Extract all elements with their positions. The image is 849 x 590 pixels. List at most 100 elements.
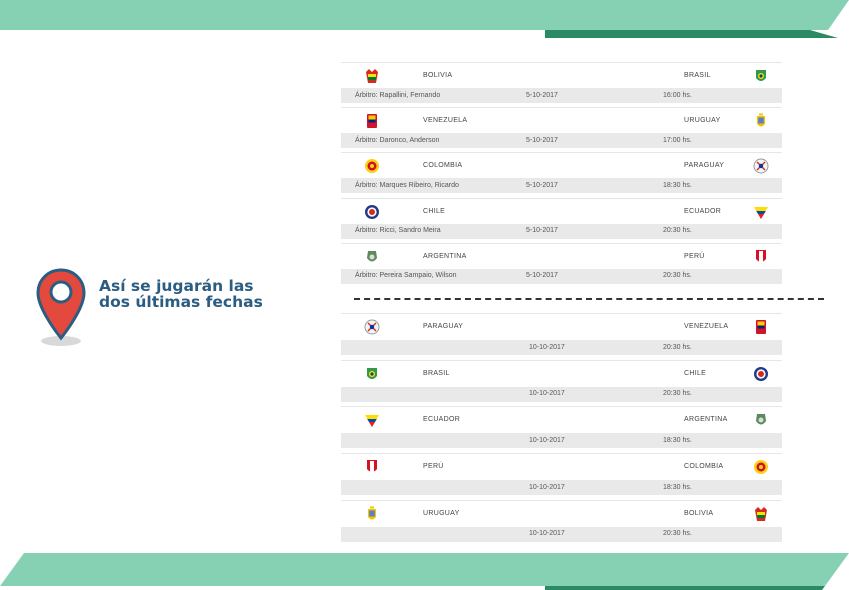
ecuador-flag-icon: [753, 204, 769, 220]
match-info-row: 10-10-2017 20:30 hs.: [341, 340, 782, 355]
match-time: 20:30 hs.: [663, 530, 692, 538]
match-info-row: 10-10-2017 18:30 hs.: [341, 433, 782, 449]
away-team-name: URUGUAY: [684, 117, 721, 125]
bolivia-flag-icon: [364, 68, 380, 84]
peru-flag-icon: [364, 459, 380, 475]
match-time: 17:00 hs.: [663, 136, 692, 144]
match-date: 5-10-2017: [526, 91, 558, 99]
referee-label: Árbitro: Ricci, Sandro Meira: [355, 227, 441, 235]
headline: Así se jugarán las dos últimas fechas: [99, 278, 263, 310]
peru-flag-icon: [753, 249, 769, 265]
match-info-row: Árbitro: Marques Ribeiro, Ricardo 5-10-20…: [341, 178, 782, 194]
match-time: 20:30 hs.: [663, 390, 692, 398]
match-row: PARAGUAY VENEZUELA 10-10-2017 20:30 hs.: [341, 309, 782, 356]
match-row: BRASIL CHILE 10-10-2017 20:30 hs.: [341, 356, 782, 403]
referee-label: Árbitro: Pereira Sampaio, Wilson: [355, 272, 457, 280]
match-teams-row: COLOMBIA PARAGUAY: [341, 152, 782, 180]
match-row: COLOMBIA PARAGUAY Árbitro: Marques Ribeiro…: [341, 148, 782, 194]
paraguay-flag-icon: [364, 319, 380, 335]
away-team-name: BOLIVIA: [684, 509, 714, 517]
match-row: URUGUAY BOLIVIA 10-10-2017 20:30 hs.: [341, 496, 782, 543]
round-1-fixtures: BOLIVIA BRASIL Árbitro: Rapallini, Fernand…: [341, 58, 782, 284]
match-date: 5-10-2017: [526, 181, 558, 189]
match-info-row: Árbitro: Rapallini, Fernando 5-10-2017 16:…: [341, 88, 782, 103]
away-team-name: PARAGUAY: [684, 162, 725, 170]
match-time: 18:30 hs.: [663, 181, 692, 189]
ecuador-flag-icon: [364, 412, 380, 428]
match-date: 10-10-2017: [529, 530, 565, 538]
match-date: 5-10-2017: [526, 136, 558, 144]
colombia-flag-icon: [753, 459, 769, 475]
match-row: ECUADOR ARGENTINA 10-10-2017 18:30 hs.: [341, 402, 782, 449]
home-team-name: COLOMBIA: [423, 162, 463, 170]
match-teams-row: ARGENTINA PERÚ: [341, 242, 782, 270]
match-info-row: 10-10-2017 20:30 hs.: [341, 526, 782, 542]
away-team-name: ECUADOR: [684, 207, 722, 215]
home-team-name: ECUADOR: [423, 416, 461, 424]
match-teams-row: CHILE ECUADOR: [341, 197, 782, 225]
dashed-divider: [354, 298, 824, 300]
match-info-row: 10-10-2017 18:30 hs.: [341, 480, 782, 496]
referee-label: Árbitro: Rapallini, Fernando: [355, 91, 441, 99]
venezuela-flag-icon: [753, 319, 769, 335]
match-info-row: Árbitro: Pereira Sampaio, Wilson 5-10-201…: [341, 268, 782, 284]
match-teams-row: PERÚ COLOMBIA: [341, 453, 782, 482]
match-teams-row: BOLIVIA BRASIL: [341, 62, 782, 89]
match-time: 18:30 hs.: [663, 436, 692, 444]
chile-flag-icon: [753, 366, 769, 382]
referee-label: Árbitro: Daronco, Anderson: [355, 136, 440, 144]
bolivia-flag-icon: [753, 506, 769, 522]
match-teams-row: URUGUAY BOLIVIA: [341, 499, 782, 528]
match-row: ARGENTINA PERÚ Árbitro: Pereira Sampaio, W…: [341, 239, 782, 284]
top-banner: [0, 0, 849, 38]
brazil-flag-icon: [364, 366, 380, 382]
home-team-name: VENEZUELA: [423, 117, 468, 125]
brazil-flag-icon: [753, 68, 769, 84]
argentina-flag-icon: [364, 249, 380, 265]
referee-label: Árbitro: Marques Ribeiro, Ricardo: [355, 181, 459, 189]
match-info-row: Árbitro: Daronco, Anderson 5-10-2017 17:00…: [341, 133, 782, 149]
home-team-name: CHILE: [423, 207, 446, 215]
match-date: 10-10-2017: [529, 390, 565, 398]
match-row: CHILE ECUADOR Árbitro: Ricci, Sandro Meira…: [341, 194, 782, 239]
away-team-name: BRASIL: [684, 72, 711, 79]
match-time: 16:00 hs.: [663, 91, 692, 99]
match-info-row: 10-10-2017 20:30 hs.: [341, 386, 782, 402]
match-time: 18:30 hs.: [663, 483, 692, 491]
match-teams-row: BRASIL CHILE: [341, 359, 782, 388]
home-team-name: BOLIVIA: [423, 72, 453, 79]
away-team-name: PERÚ: [684, 252, 705, 260]
round-2-fixtures: PARAGUAY VENEZUELA 10-10-2017 20:30 hs. BRAS…: [341, 309, 782, 542]
match-time: 20:30 hs.: [663, 343, 692, 351]
location-pin-icon: [36, 268, 86, 346]
match-teams-row: VENEZUELA URUGUAY: [341, 107, 782, 135]
match-date: 10-10-2017: [529, 483, 565, 491]
bottom-banner: [0, 553, 849, 590]
match-date: 10-10-2017: [529, 436, 565, 444]
argentina-flag-icon: [753, 412, 769, 428]
venezuela-flag-icon: [364, 113, 380, 129]
match-date: 5-10-2017: [526, 227, 558, 235]
headline-line-2: dos últimas fechas: [99, 293, 263, 311]
chile-flag-icon: [364, 204, 380, 220]
home-team-name: ARGENTINA: [423, 252, 467, 260]
home-team-name: URUGUAY: [423, 509, 460, 517]
uruguay-flag-icon: [364, 506, 380, 522]
away-team-name: CHILE: [684, 369, 707, 377]
match-info-row: Árbitro: Ricci, Sandro Meira 5-10-2017 20:…: [341, 223, 782, 239]
uruguay-flag-icon: [753, 113, 769, 129]
match-teams-row: ECUADOR ARGENTINA: [341, 406, 782, 435]
headline-line-1: Así se jugarán las: [99, 277, 254, 295]
match-teams-row: PARAGUAY VENEZUELA: [341, 313, 782, 341]
match-time: 20:30 hs.: [663, 227, 692, 235]
paraguay-flag-icon: [753, 158, 769, 174]
match-row: VENEZUELA URUGUAY Árbitro: Daronco, Anders…: [341, 103, 782, 149]
home-team-name: PARAGUAY: [423, 323, 464, 330]
away-team-name: ARGENTINA: [684, 416, 728, 424]
match-time: 20:30 hs.: [663, 272, 692, 280]
match-row: BOLIVIA BRASIL Árbitro: Rapallini, Fernand…: [341, 58, 782, 103]
match-row: PERÚ COLOMBIA 10-10-2017 18:30 hs.: [341, 449, 782, 496]
colombia-flag-icon: [364, 158, 380, 174]
match-date: 10-10-2017: [529, 343, 565, 351]
home-team-name: BRASIL: [423, 369, 450, 377]
